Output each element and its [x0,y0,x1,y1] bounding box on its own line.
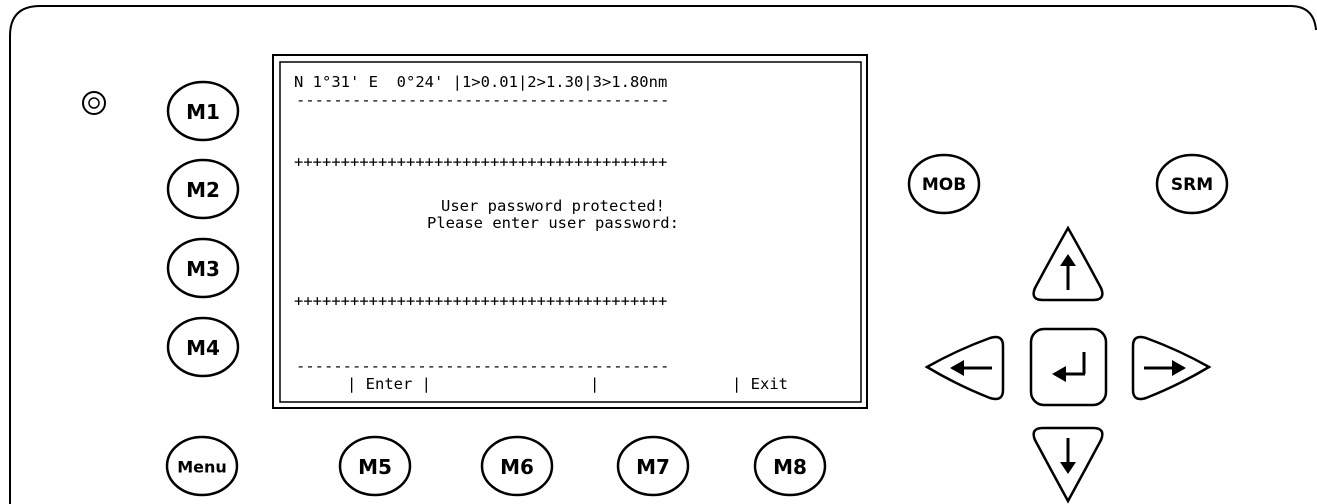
status-line: N 1°31' E 0°24' |1>0.01|2>1.30|3>1.80nm [294,73,667,91]
lower-plus-rule: ++++++++++++++++++++++++++++++++++++++++ [294,292,667,310]
message-line-1: User password protected! [441,197,665,215]
message-line-2: Please enter user password: [427,214,679,232]
m8-button[interactable]: M8 [753,435,827,497]
m7-button-label: M7 [636,455,670,479]
m4-button-label: M4 [186,336,220,360]
m2-button[interactable]: M2 [166,158,240,220]
softkey-divider: | [590,375,599,393]
m8-button-label: M8 [773,455,807,479]
m1-button[interactable]: M1 [166,80,240,142]
menu-button[interactable]: Menu [165,435,239,497]
m2-button-label: M2 [186,178,220,202]
power-led-icon [82,91,106,115]
arrow-right-button[interactable] [1131,335,1212,401]
m3-button[interactable]: M3 [166,237,240,299]
softkey-exit-label: | Exit [732,375,788,393]
mob-button[interactable]: MOB [907,153,981,215]
menu-button-label: Menu [177,458,227,477]
device-panel: N 1°31' E 0°24' |1>0.01|2>1.30|3>1.80nm … [9,5,1317,504]
bottom-separator: ---------------------------------------- [296,357,669,375]
m5-button[interactable]: M5 [338,435,412,497]
m6-button-label: M6 [500,455,534,479]
top-separator: ---------------------------------------- [296,91,669,109]
m5-button-label: M5 [358,455,392,479]
arrow-up-button[interactable] [1032,225,1104,302]
upper-plus-rule: ++++++++++++++++++++++++++++++++++++++++ [294,153,667,171]
lcd-display: N 1°31' E 0°24' |1>0.01|2>1.30|3>1.80nm … [272,54,868,409]
m7-button[interactable]: M7 [616,435,690,497]
m6-button[interactable]: M6 [480,435,554,497]
srm-button-label: SRM [1171,175,1213,195]
m1-button-label: M1 [186,100,220,124]
softkey-enter-label: | Enter | [347,375,431,393]
enter-button[interactable] [1029,327,1108,407]
arrow-down-button[interactable] [1032,426,1104,504]
srm-button[interactable]: SRM [1155,153,1229,215]
m3-button-label: M3 [186,257,220,281]
mob-button-label: MOB [922,175,966,195]
arrow-left-button[interactable] [924,335,1005,401]
m4-button[interactable]: M4 [166,316,240,378]
